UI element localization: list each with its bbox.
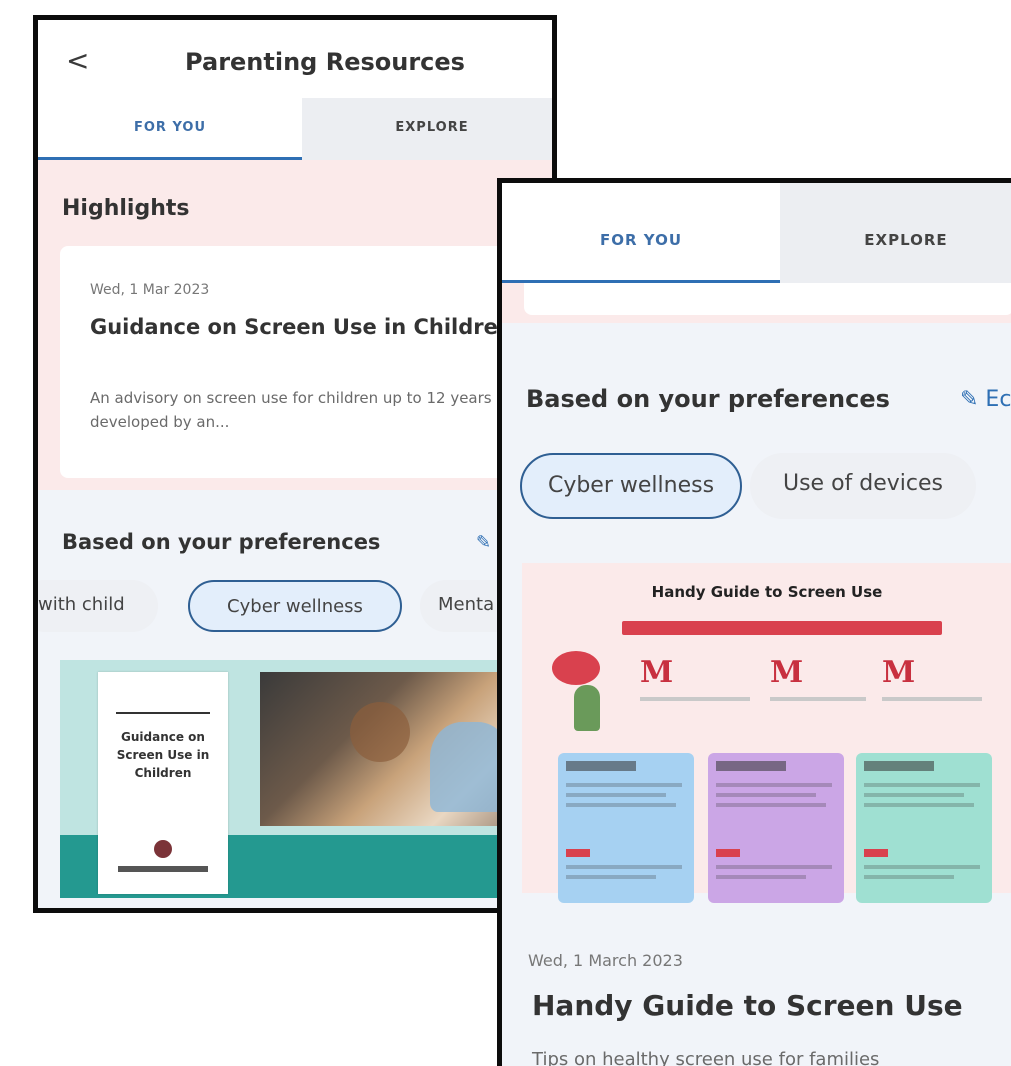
highlights-title: Highlights <box>62 196 190 221</box>
age-box <box>558 753 694 903</box>
thumbnail-header-row: M M M <box>552 645 992 733</box>
box-tag <box>566 849 590 857</box>
text-line <box>716 793 816 797</box>
text-line <box>640 697 750 701</box>
text-line <box>882 697 982 701</box>
highlights-section <box>502 283 1011 323</box>
age-box <box>708 753 844 903</box>
crest-icon <box>154 840 172 858</box>
box-tag <box>716 849 740 857</box>
chip-cyber-wellness[interactable]: Cyber wellness <box>520 453 742 519</box>
thumbnail-title: Handy Guide to Screen Use <box>651 583 883 601</box>
doc-footer <box>118 866 208 872</box>
article-thumbnail[interactable]: Handy Guide to Screen Use M M M <box>522 563 1011 903</box>
card-description: An advisory on screen use for children u… <box>90 389 520 431</box>
text-line <box>716 803 826 807</box>
text-line <box>864 865 980 869</box>
box-heading <box>566 761 636 771</box>
doc-title: Guidance on Screen Use in Children <box>116 730 210 780</box>
text-line <box>864 875 954 879</box>
phone-screen-back: < Parenting Resources FOR YOU EXPLORE Hi… <box>33 15 557 913</box>
photo-figure <box>350 702 410 762</box>
highlight-card[interactable]: Wed, 1 Mar 2023 Guidance on Screen Use i… <box>60 246 540 478</box>
article-title[interactable]: Handy Guide to Screen Use <box>532 989 963 1022</box>
document-cover: Guidance on Screen Use in Children <box>98 672 228 894</box>
edit-preferences-button[interactable]: ✎ Ec <box>960 387 1011 412</box>
text-line <box>770 697 866 701</box>
text-line <box>566 803 676 807</box>
chip-cyber-wellness[interactable]: Cyber wellness <box>188 580 402 632</box>
chip-use-of-devices[interactable]: Use of devices <box>750 453 976 519</box>
preference-chips: with child Cyber wellness Menta <box>38 580 552 640</box>
article-description: Tips on healthy screen use for families <box>532 1049 880 1066</box>
tab-for-you[interactable]: FOR YOU <box>502 183 780 283</box>
person-icon <box>574 685 600 731</box>
box-heading <box>864 761 934 771</box>
tab-explore[interactable]: EXPLORE <box>780 183 1011 283</box>
thumbnail-banner <box>622 621 942 635</box>
box-tag <box>864 849 888 857</box>
speech-bubble-icon <box>552 651 600 685</box>
card-title: Guidance on Screen Use in Children <box>90 315 513 339</box>
tab-bar: FOR YOU EXPLORE <box>502 183 1011 283</box>
chip-with-child[interactable]: with child <box>38 580 158 632</box>
pencil-icon[interactable]: ✎ <box>476 532 491 553</box>
article-date: Wed, 1 March 2023 <box>528 951 683 970</box>
text-line <box>566 865 682 869</box>
tab-explore[interactable]: EXPLORE <box>302 98 552 160</box>
doc-divider <box>116 712 210 714</box>
age-box <box>856 753 992 903</box>
preferences-title: Based on your preferences <box>526 385 890 413</box>
text-line <box>716 865 832 869</box>
m-letter: M <box>770 655 804 690</box>
preferences-title: Based on your preferences <box>62 530 381 554</box>
text-line <box>566 875 656 879</box>
text-line <box>566 783 682 787</box>
tab-for-you[interactable]: FOR YOU <box>38 98 302 160</box>
article-banner-image[interactable]: Guidance on Screen Use in Children <box>60 660 540 898</box>
text-line <box>864 783 980 787</box>
m-letter: M <box>882 655 916 690</box>
phone-screen-front: FOR YOU EXPLORE Based on your preference… <box>497 178 1011 1066</box>
highlights-section: Highlights Wed, 1 Mar 2023 Guidance on S… <box>38 160 552 490</box>
text-line <box>864 793 964 797</box>
text-line <box>716 875 806 879</box>
text-line <box>566 793 666 797</box>
highlight-card[interactable] <box>524 283 1011 315</box>
text-line <box>864 803 974 807</box>
page-title: Parenting Resources <box>185 48 465 76</box>
card-date: Wed, 1 Mar 2023 <box>90 282 210 298</box>
tab-bar: FOR YOU EXPLORE <box>38 98 552 160</box>
m-letter: M <box>640 655 674 690</box>
box-heading <box>716 761 786 771</box>
app-header: < Parenting Resources <box>38 20 552 98</box>
text-line <box>716 783 832 787</box>
